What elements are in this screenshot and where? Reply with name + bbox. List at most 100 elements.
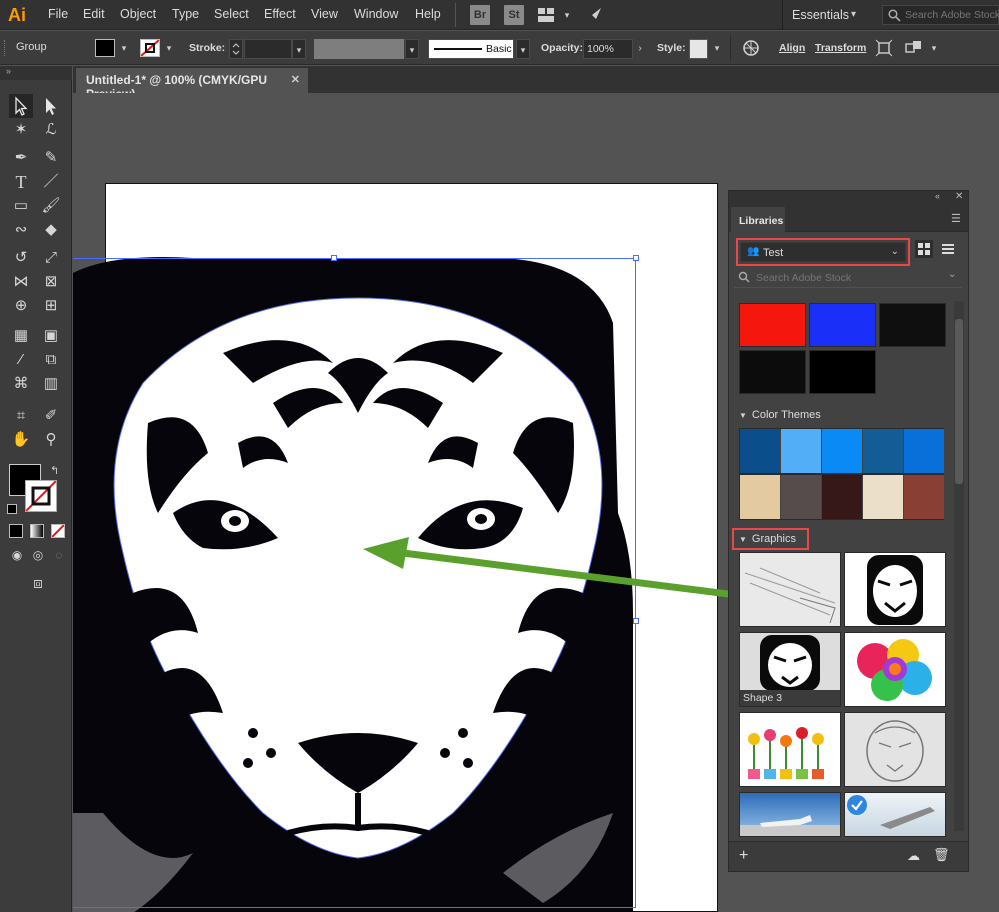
stock-icon[interactable]: St [504, 5, 524, 25]
recolor-artwork-icon[interactable] [742, 39, 760, 57]
blend-tool-icon[interactable]: ⧉ [39, 348, 63, 372]
library-graphic-tiger[interactable] [844, 552, 946, 627]
library-search-input[interactable] [756, 270, 936, 285]
hand-tool-icon[interactable]: ✋ [9, 428, 33, 452]
stroke-weight-field[interactable] [244, 39, 292, 59]
library-selector[interactable]: 👥 Test ⌄ [736, 238, 910, 266]
eraser-tool-icon[interactable]: ◆ [39, 218, 63, 242]
type-tool-icon[interactable]: T [9, 170, 33, 194]
add-content-icon[interactable]: + [739, 847, 748, 865]
close-panel-icon[interactable]: ✕ [955, 191, 963, 202]
trash-icon[interactable]: 🗑 [933, 847, 950, 863]
perspective-grid-tool-icon[interactable]: ⊞ [39, 294, 63, 318]
library-graphic-tiger-outline[interactable] [844, 712, 946, 787]
stock-search-field[interactable] [882, 5, 999, 25]
selection-tool-icon[interactable] [9, 94, 33, 118]
grid-view-icon[interactable] [915, 240, 933, 258]
document-tab[interactable]: Untitled-1* @ 100% (CMYK/GPU Preview) ✕ [76, 68, 308, 101]
opacity-field[interactable]: 100% [583, 39, 633, 59]
chevron-down-icon[interactable]: ⌄ [948, 269, 956, 280]
library-graphic-airport[interactable] [739, 792, 841, 837]
creative-cloud-icon[interactable]: ☁ [907, 848, 920, 864]
stroke-color-box[interactable] [25, 480, 57, 512]
color-swatch[interactable] [739, 350, 806, 394]
library-graphic-rose[interactable] [844, 632, 946, 707]
library-graphic-sketch[interactable] [739, 552, 841, 627]
library-graphic-tiger-shape[interactable]: Shape 3 [739, 632, 841, 707]
menu-object[interactable]: Object [120, 7, 156, 21]
fill-swatch[interactable] [95, 39, 115, 57]
panel-menu-icon[interactable]: ☰ [951, 212, 961, 225]
stroke-weight-stepper[interactable] [229, 39, 243, 59]
gradient-mode-icon[interactable] [30, 524, 44, 538]
color-mode-icon[interactable] [9, 524, 23, 538]
shape-builder-tool-icon[interactable]: ⊕ [9, 294, 33, 318]
collapse-icon[interactable]: » [6, 66, 11, 76]
scrollbar-thumb[interactable] [955, 319, 963, 484]
none-mode-icon[interactable] [51, 524, 65, 538]
opacity-expand-icon[interactable]: › [633, 39, 647, 59]
isolate-group-icon[interactable] [875, 39, 893, 57]
menu-help[interactable]: Help [415, 7, 441, 21]
library-graphic-flowers[interactable] [739, 712, 841, 787]
eyedropper-tool-icon[interactable]: ⁄ [9, 348, 33, 372]
default-colors-icon[interactable] [7, 504, 17, 514]
menu-type[interactable]: Type [172, 7, 199, 21]
close-icon[interactable]: ✕ [291, 73, 300, 86]
draw-normal-icon[interactable]: ◉ [8, 546, 26, 564]
tab-libraries[interactable]: Libraries [731, 207, 785, 233]
stroke-weight-chevron[interactable]: ▾ [292, 39, 306, 59]
free-transform-tool-icon[interactable]: ⊠ [39, 270, 63, 294]
lasso-tool-icon[interactable]: ℒ [39, 118, 63, 142]
graphics-header[interactable]: ▼ Graphics [739, 533, 796, 545]
stroke-swatch[interactable] [140, 39, 160, 57]
stock-search-input[interactable] [905, 8, 999, 22]
grip-handle[interactable] [4, 40, 7, 56]
draw-inside-icon[interactable]: ◌ [50, 546, 68, 564]
color-swatch[interactable] [879, 303, 946, 347]
selection-handle[interactable] [331, 255, 337, 261]
graphic-style-swatch[interactable] [689, 39, 708, 59]
swap-fill-stroke-icon[interactable]: ↰ [50, 464, 64, 478]
align-link[interactable]: Align [779, 42, 805, 54]
scale-tool-icon[interactable]: ⤢ [39, 246, 63, 270]
slice-tool-icon[interactable]: ✐ [39, 404, 63, 428]
sync-rocket-icon[interactable] [586, 5, 606, 25]
transform-link[interactable]: Transform [815, 42, 866, 54]
variable-width-profile[interactable] [314, 39, 404, 59]
brush-chevron[interactable]: ▾ [516, 39, 530, 59]
more-options-chevron[interactable]: ▾ [927, 38, 941, 58]
profile-chevron[interactable]: ▾ [405, 39, 419, 59]
stroke-dropdown-chevron[interactable]: ▾ [162, 38, 176, 58]
style-chevron[interactable]: ▾ [710, 38, 724, 58]
direct-selection-tool-icon[interactable] [39, 94, 63, 118]
color-themes-header[interactable]: ▼ Color Themes [739, 409, 821, 421]
menu-effect[interactable]: Effect [264, 7, 296, 21]
gradient-tool-icon[interactable]: ▣ [39, 324, 63, 348]
curvature-tool-icon[interactable]: ✎ [39, 146, 63, 170]
color-theme-row[interactable] [739, 474, 944, 520]
screen-mode-icon[interactable]: ⧈ [26, 572, 50, 596]
mesh-tool-icon[interactable]: ▦ [9, 324, 33, 348]
menu-file[interactable]: File [48, 7, 68, 21]
bridge-icon[interactable]: Br [470, 5, 490, 25]
library-graphic-plane[interactable] [844, 792, 946, 837]
draw-behind-icon[interactable]: ◎ [29, 546, 47, 564]
workspace-switcher[interactable]: Essentials ▾ [782, 0, 870, 30]
brush-definition-field[interactable]: Basic [428, 39, 514, 59]
menu-select[interactable]: Select [214, 7, 249, 21]
symbol-sprayer-tool-icon[interactable]: ⌘ [9, 372, 33, 396]
column-graph-tool-icon[interactable]: ▥ [39, 372, 63, 396]
paintbrush-tool-icon[interactable]: 🖌 [39, 194, 63, 218]
line-segment-tool-icon[interactable]: ／ [39, 170, 63, 194]
menu-edit[interactable]: Edit [83, 7, 105, 21]
color-swatch[interactable] [809, 350, 876, 394]
artboard-tool-icon[interactable]: ⌗ [9, 404, 33, 428]
color-theme-row[interactable] [739, 428, 944, 474]
width-tool-icon[interactable]: ⋈ [9, 270, 33, 294]
shaper-tool-icon[interactable]: ∾ [9, 218, 33, 242]
arrange-icon[interactable] [904, 39, 924, 57]
pen-tool-icon[interactable]: ✒ [9, 146, 33, 170]
rectangle-tool-icon[interactable]: ▭ [9, 194, 33, 218]
menu-view[interactable]: View [311, 7, 338, 21]
